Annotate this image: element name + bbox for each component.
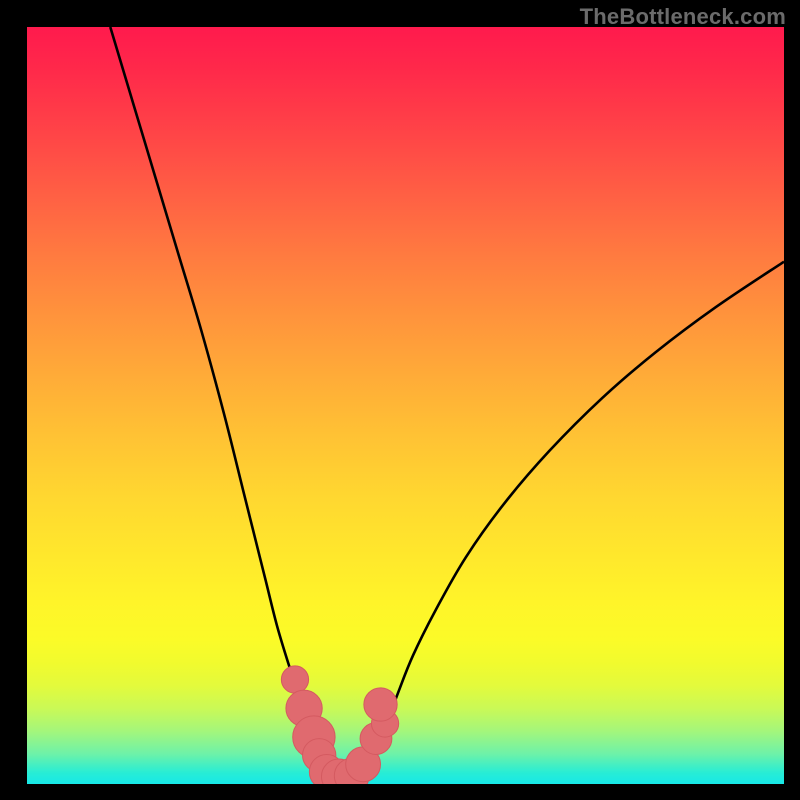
curve-left (110, 27, 330, 773)
curve-right (360, 262, 784, 773)
plot-area (27, 27, 784, 784)
chart-frame: TheBottleneck.com (0, 0, 800, 800)
data-marker (281, 666, 308, 693)
data-marker (364, 688, 397, 721)
chart-svg (27, 27, 784, 784)
watermark-text: TheBottleneck.com (580, 4, 786, 30)
data-markers (281, 666, 398, 784)
